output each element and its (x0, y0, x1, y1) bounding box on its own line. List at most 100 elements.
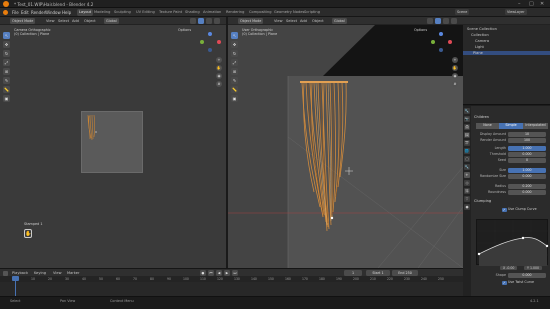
viewport-right[interactable]: Object Mode View Select Add Object Globa… (228, 17, 463, 268)
gizmo-z-axis[interactable] (439, 32, 443, 36)
outliner-row-plane[interactable]: Plane (463, 51, 550, 55)
transform-icon[interactable]: ⊞ (3, 68, 10, 75)
prop-threshold[interactable]: Threshold 0.000 (472, 152, 548, 158)
output-tab-icon[interactable]: 🖨 (464, 124, 470, 130)
hand-icon[interactable]: ✋ (216, 65, 222, 71)
prop-size[interactable]: Size 1.000 (472, 168, 548, 174)
prop-roundness[interactable]: Roundness 0.000 (472, 190, 548, 196)
prop-length[interactable]: Length 1.000 (472, 146, 548, 152)
menu-playback[interactable]: Playback (12, 271, 28, 275)
workspace-tab-sculpting[interactable]: Sculpting (112, 9, 133, 16)
maximize-button[interactable]: □ (529, 1, 534, 7)
prop-shape[interactable]: Shape 0.000 (472, 273, 548, 279)
move-icon[interactable]: ✥ (3, 41, 10, 48)
grid-icon[interactable]: # (216, 81, 222, 87)
navigation-gizmo[interactable] (429, 32, 453, 52)
menu-keying[interactable]: Keying (34, 271, 46, 275)
mode-selector[interactable]: Object Mode (10, 18, 36, 24)
measure-icon[interactable]: 📏 (3, 86, 10, 93)
curve-x-value[interactable]: X -0.00 (500, 266, 518, 270)
scale-icon[interactable]: ⤢ (231, 59, 238, 66)
workspace-tab-scripting[interactable]: Scripting (302, 9, 322, 16)
menu-file[interactable]: File (12, 10, 19, 15)
grid-icon[interactable]: # (452, 81, 458, 87)
workspace-tab-rendering[interactable]: Rendering (224, 9, 246, 16)
outliner[interactable]: Scene Collection Collection Camera Light… (463, 17, 550, 105)
object-tab-icon[interactable]: ▢ (464, 156, 470, 162)
prop-radius[interactable]: Radius 0.200 (472, 184, 548, 190)
data-tab-icon[interactable]: ▽ (464, 196, 470, 202)
menu-help[interactable]: Help (62, 10, 71, 15)
clump-curve-graph[interactable] (477, 220, 549, 266)
view-layer-tab-icon[interactable]: 🖼 (464, 132, 470, 138)
workspace-tab-uv-editing[interactable]: UV Editing (134, 9, 157, 16)
annotate-icon[interactable]: ✎ (3, 77, 10, 84)
measure-icon[interactable]: 📏 (231, 86, 238, 93)
menu-view[interactable]: View (53, 271, 62, 275)
camera-icon[interactable]: ◉ (216, 73, 222, 79)
world-tab-icon[interactable]: 🌐 (464, 148, 470, 154)
timeline[interactable]: 0 10 20 30 40 50 60 70 80 90 100 110 120… (0, 276, 463, 296)
workspace-tab-modeling[interactable]: Modeling (92, 9, 112, 16)
material-tab-icon[interactable]: ● (464, 204, 470, 210)
modifier-tab-icon[interactable]: 🔧 (464, 164, 470, 170)
view-layer-selector[interactable]: ViewLayer (505, 9, 527, 15)
child-mode-none[interactable]: None (476, 123, 499, 129)
menu-edit[interactable]: Edit (21, 10, 29, 15)
rotate-icon[interactable]: ↻ (231, 50, 238, 57)
blender-menu-icon[interactable] (3, 9, 8, 15)
prop-render-amount[interactable]: Render Amount 100 (472, 138, 548, 144)
cursor-icon[interactable]: ↖ (3, 32, 10, 39)
scale-icon[interactable]: ⤢ (3, 59, 10, 66)
use-twist-curve-checkbox[interactable]: ✓ Use Twist Curve (502, 280, 548, 286)
workspace-tab-shading[interactable]: Shading (183, 9, 202, 16)
menu-render[interactable]: Render (31, 10, 45, 15)
navigation-gizmo[interactable] (198, 32, 222, 52)
workspace-tab-compositing[interactable]: Compositing (247, 9, 274, 16)
hand-icon[interactable]: ✋ (24, 229, 32, 239)
child-mode-simple[interactable]: Simple (499, 123, 523, 129)
workspace-tab-animation[interactable]: Animation (201, 9, 223, 16)
shading-solid-button[interactable] (190, 18, 196, 24)
transform-icon[interactable]: ⊞ (231, 68, 238, 75)
gizmo-y-axis[interactable] (431, 40, 435, 44)
menu-window[interactable]: Window (45, 10, 61, 15)
checkbox-checked-icon[interactable]: ✓ (502, 280, 507, 285)
minimize-button[interactable]: – (518, 1, 521, 7)
options-dropdown[interactable]: Options (178, 28, 191, 32)
playhead-badge[interactable] (12, 276, 19, 281)
shading-options-button[interactable] (214, 18, 220, 24)
children-panel-title[interactable]: Children (474, 115, 489, 119)
zoom-icon[interactable]: + (216, 57, 222, 63)
shading-material-button[interactable] (198, 18, 204, 24)
menu-object[interactable]: Object (84, 19, 96, 23)
camera-icon[interactable]: ◉ (452, 73, 458, 79)
hand-icon[interactable]: ✋ (452, 65, 458, 71)
cursor-icon[interactable]: ↖ (231, 32, 238, 39)
use-clump-curve-checkbox[interactable]: ✓ Use Clump Curve (502, 207, 548, 213)
add-cube-icon[interactable]: ▣ (3, 95, 10, 102)
close-button[interactable]: ✕ (540, 1, 544, 7)
gizmo-x-axis[interactable] (217, 40, 221, 44)
constraints-tab-icon[interactable]: ⛓ (464, 188, 470, 194)
menu-marker[interactable]: Marker (67, 271, 79, 275)
workspace-tab-layout[interactable]: Layout (77, 9, 94, 16)
prop-display-amount[interactable]: Display Amount 10 (472, 132, 548, 138)
particles-tab-icon[interactable]: ✳ (464, 172, 470, 178)
physics-tab-icon[interactable]: ◎ (464, 180, 470, 186)
child-mode-interpolated[interactable]: Interpolated (523, 123, 548, 129)
viewport-left[interactable]: Object Mode View Select Add Object Globa… (0, 17, 226, 268)
annotate-icon[interactable]: ✎ (231, 77, 238, 84)
menu-add[interactable]: Add (72, 19, 79, 23)
outliner-row-light[interactable]: Light (475, 45, 484, 49)
checkbox-checked-icon[interactable]: ✓ (502, 207, 507, 212)
menu-select[interactable]: Select (58, 19, 69, 23)
outliner-scene-collection[interactable]: Scene Collection (467, 27, 497, 31)
scene-selector[interactable]: Scene (455, 9, 470, 15)
timeline-editor-icon[interactable] (3, 270, 8, 276)
transform-orientation[interactable]: Global (104, 18, 119, 24)
zoom-icon[interactable]: + (452, 57, 458, 63)
render-tab-icon[interactable]: 📷 (464, 116, 470, 122)
tool-tab-icon[interactable]: 🔧 (464, 108, 470, 114)
shading-rendered-button[interactable] (206, 18, 212, 24)
